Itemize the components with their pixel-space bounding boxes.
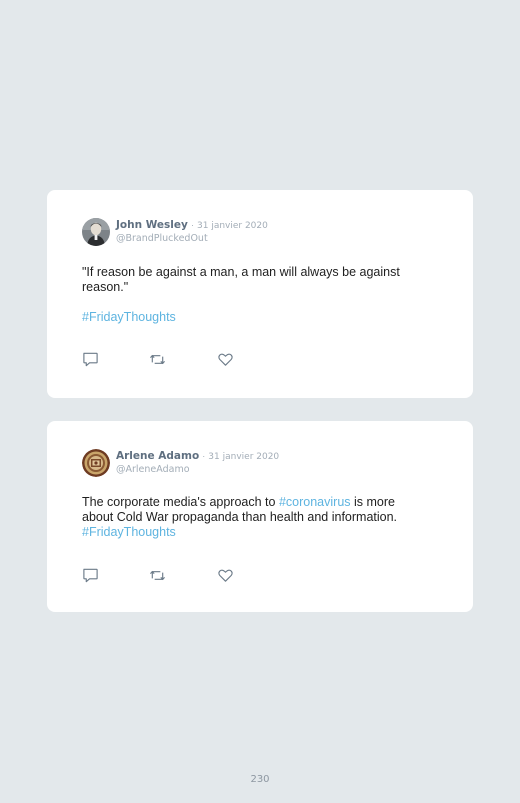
author-name[interactable]: John Wesley — [116, 219, 188, 231]
tweet-hashtag-line: #FridayThoughts — [82, 310, 432, 325]
tweet-text-part: The corporate media's approach to — [82, 495, 279, 509]
retweet-icon[interactable] — [149, 567, 166, 584]
tweet-text: "If reason be against a man, a man will … — [82, 265, 432, 295]
tweet-text-line: about Cold War propaganda than health an… — [82, 510, 398, 524]
tweet-actions — [82, 567, 282, 585]
tweet-card: Arlene Adamo · 31 janvier 2020 @ArleneAd… — [47, 421, 473, 612]
like-icon[interactable] — [217, 351, 234, 368]
tweet-card: John Wesley · 31 janvier 2020 @BrandPluc… — [47, 190, 473, 398]
hashtag-link[interactable]: #FridayThoughts — [82, 310, 176, 324]
tweet-hashtag-line: #FridayThoughts — [82, 525, 432, 540]
author-name[interactable]: Arlene Adamo — [116, 450, 199, 462]
hashtag-link[interactable]: #FridayThoughts — [82, 525, 176, 539]
author-handle[interactable]: @ArleneAdamo — [116, 464, 190, 476]
separator-dot: · — [190, 220, 194, 230]
tweet-date[interactable]: 31 janvier 2020 — [208, 452, 279, 462]
separator-dot: · — [202, 451, 206, 461]
person-portrait-icon[interactable] — [82, 218, 110, 246]
tweet-text-line: The corporate media's approach to #coron… — [82, 495, 432, 510]
reply-icon[interactable] — [82, 567, 99, 584]
hashtag-link[interactable]: #coronavirus — [279, 495, 351, 509]
tweet-text: The corporate media's approach to #coron… — [82, 495, 432, 540]
tweet-header: Arlene Adamo · 31 janvier 2020 @ArleneAd… — [82, 449, 442, 479]
tweet-header: John Wesley · 31 janvier 2020 @BrandPluc… — [82, 218, 442, 248]
author-line: Arlene Adamo · 31 janvier 2020 — [116, 450, 279, 464]
tweet-text-part: is more — [350, 495, 395, 509]
reply-icon[interactable] — [82, 351, 99, 368]
retweet-icon[interactable] — [149, 351, 166, 368]
tweet-date[interactable]: 31 janvier 2020 — [197, 221, 268, 231]
tweet-text-line: reason." — [82, 280, 129, 294]
like-icon[interactable] — [217, 567, 234, 584]
tweet-text-line: "If reason be against a man, a man will … — [82, 265, 400, 279]
author-handle[interactable]: @BrandPluckedOut — [116, 233, 208, 245]
seal-emblem-icon[interactable] — [82, 449, 110, 477]
tweet-actions — [82, 351, 282, 369]
page-number: 230 — [250, 774, 270, 785]
author-line: John Wesley · 31 janvier 2020 — [116, 219, 268, 233]
